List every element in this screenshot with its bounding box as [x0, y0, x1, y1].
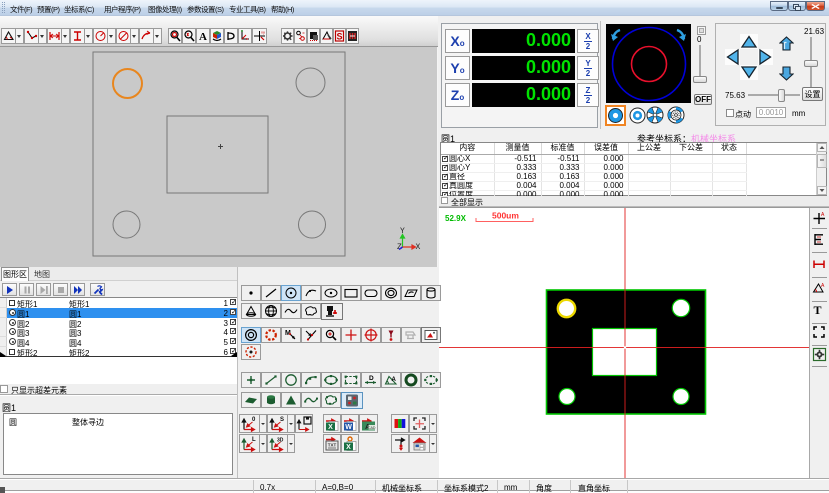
svg-text:TXT: TXT	[328, 443, 337, 448]
svg-text:S: S	[280, 417, 284, 423]
svg-text:D: D	[369, 375, 374, 382]
svg-text:CAD: CAD	[368, 426, 376, 430]
svg-text:3D: 3D	[277, 438, 284, 444]
svg-text:W: W	[345, 424, 352, 431]
svg-text:0: 0	[252, 417, 256, 423]
svg-text:X: X	[416, 243, 421, 252]
svg-text:A: A	[392, 377, 397, 383]
svg-text:52.9X: 52.9X	[445, 214, 467, 223]
svg-text:500um: 500um	[492, 211, 519, 221]
svg-text:L: L	[252, 437, 256, 443]
svg-text:X: X	[328, 424, 333, 431]
svg-text:A: A	[821, 283, 825, 289]
svg-text:xy: xy	[261, 30, 265, 35]
svg-text:A: A	[199, 31, 207, 43]
svg-text:A: A	[821, 212, 825, 218]
svg-text:X: X	[346, 444, 351, 451]
svg-text:S: S	[336, 32, 342, 42]
